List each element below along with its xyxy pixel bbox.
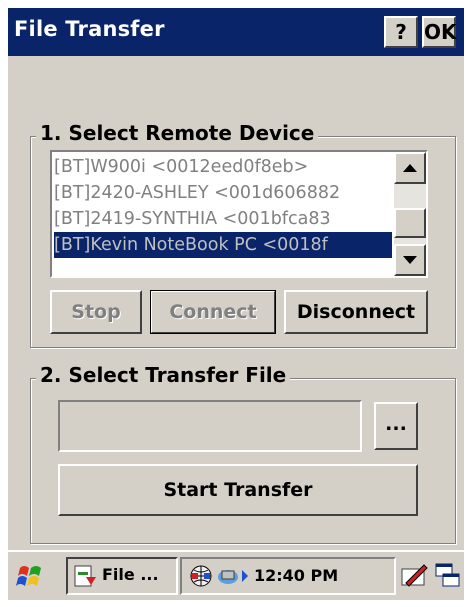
tray-arrow-icon[interactable] xyxy=(240,568,250,584)
switch-windows-icon[interactable] xyxy=(434,561,462,591)
select-remote-device-title: 1. Select Remote Device xyxy=(36,121,319,145)
ok-button[interactable]: OK xyxy=(422,16,457,48)
start-transfer-button[interactable]: Start Transfer xyxy=(58,464,418,516)
file-path-field[interactable] xyxy=(58,400,362,452)
file-transfer-app-icon xyxy=(74,565,96,587)
device-list-scrollbar[interactable] xyxy=(394,152,426,276)
app-window: File Transfer ? OK 1. Select Remote Devi… xyxy=(8,8,464,600)
device-list[interactable]: [BT]W900i <0012eed0f8eb> [BT]2420-ASHLEY… xyxy=(50,150,428,278)
title-bar: File Transfer ? OK xyxy=(8,8,464,56)
taskbar: File ... 12:40 PM xyxy=(8,550,464,600)
system-tray: 12:40 PM xyxy=(180,557,396,595)
scroll-down-button[interactable] xyxy=(394,244,426,276)
taskbar-app-label: File ... xyxy=(102,565,159,584)
device-item-1[interactable]: [BT]W900i <0012eed0f8eb> xyxy=(54,154,392,180)
window-title: File Transfer xyxy=(14,17,165,41)
help-button[interactable]: ? xyxy=(384,16,418,48)
device-item-4[interactable]: [BT]Kevin NoteBook PC <0018f xyxy=(54,232,392,258)
connect-button[interactable]: Connect xyxy=(150,290,276,334)
clock[interactable]: 12:40 PM xyxy=(254,566,338,585)
device-item-3[interactable]: [BT]2419-SYNTHIA <001bfca83 xyxy=(54,206,392,232)
windows-start-icon[interactable] xyxy=(14,560,48,594)
file-transfer-taskbar-button[interactable]: File ... xyxy=(66,557,178,595)
network-globe-icon[interactable] xyxy=(188,563,214,589)
disconnect-button[interactable]: Disconnect xyxy=(284,290,428,334)
arrow-down-icon xyxy=(403,256,417,264)
browse-button[interactable]: ... xyxy=(374,402,418,450)
stop-button[interactable]: Stop xyxy=(50,290,142,334)
input-panel-icon[interactable] xyxy=(400,561,430,591)
device-item-2[interactable]: [BT]2420-ASHLEY <001d606882 xyxy=(54,180,392,206)
connectivity-icon[interactable] xyxy=(216,563,240,589)
select-transfer-file-title: 2. Select Transfer File xyxy=(36,363,291,387)
scroll-thumb[interactable] xyxy=(394,208,426,238)
arrow-up-icon xyxy=(403,164,417,172)
scroll-up-button[interactable] xyxy=(394,152,426,184)
